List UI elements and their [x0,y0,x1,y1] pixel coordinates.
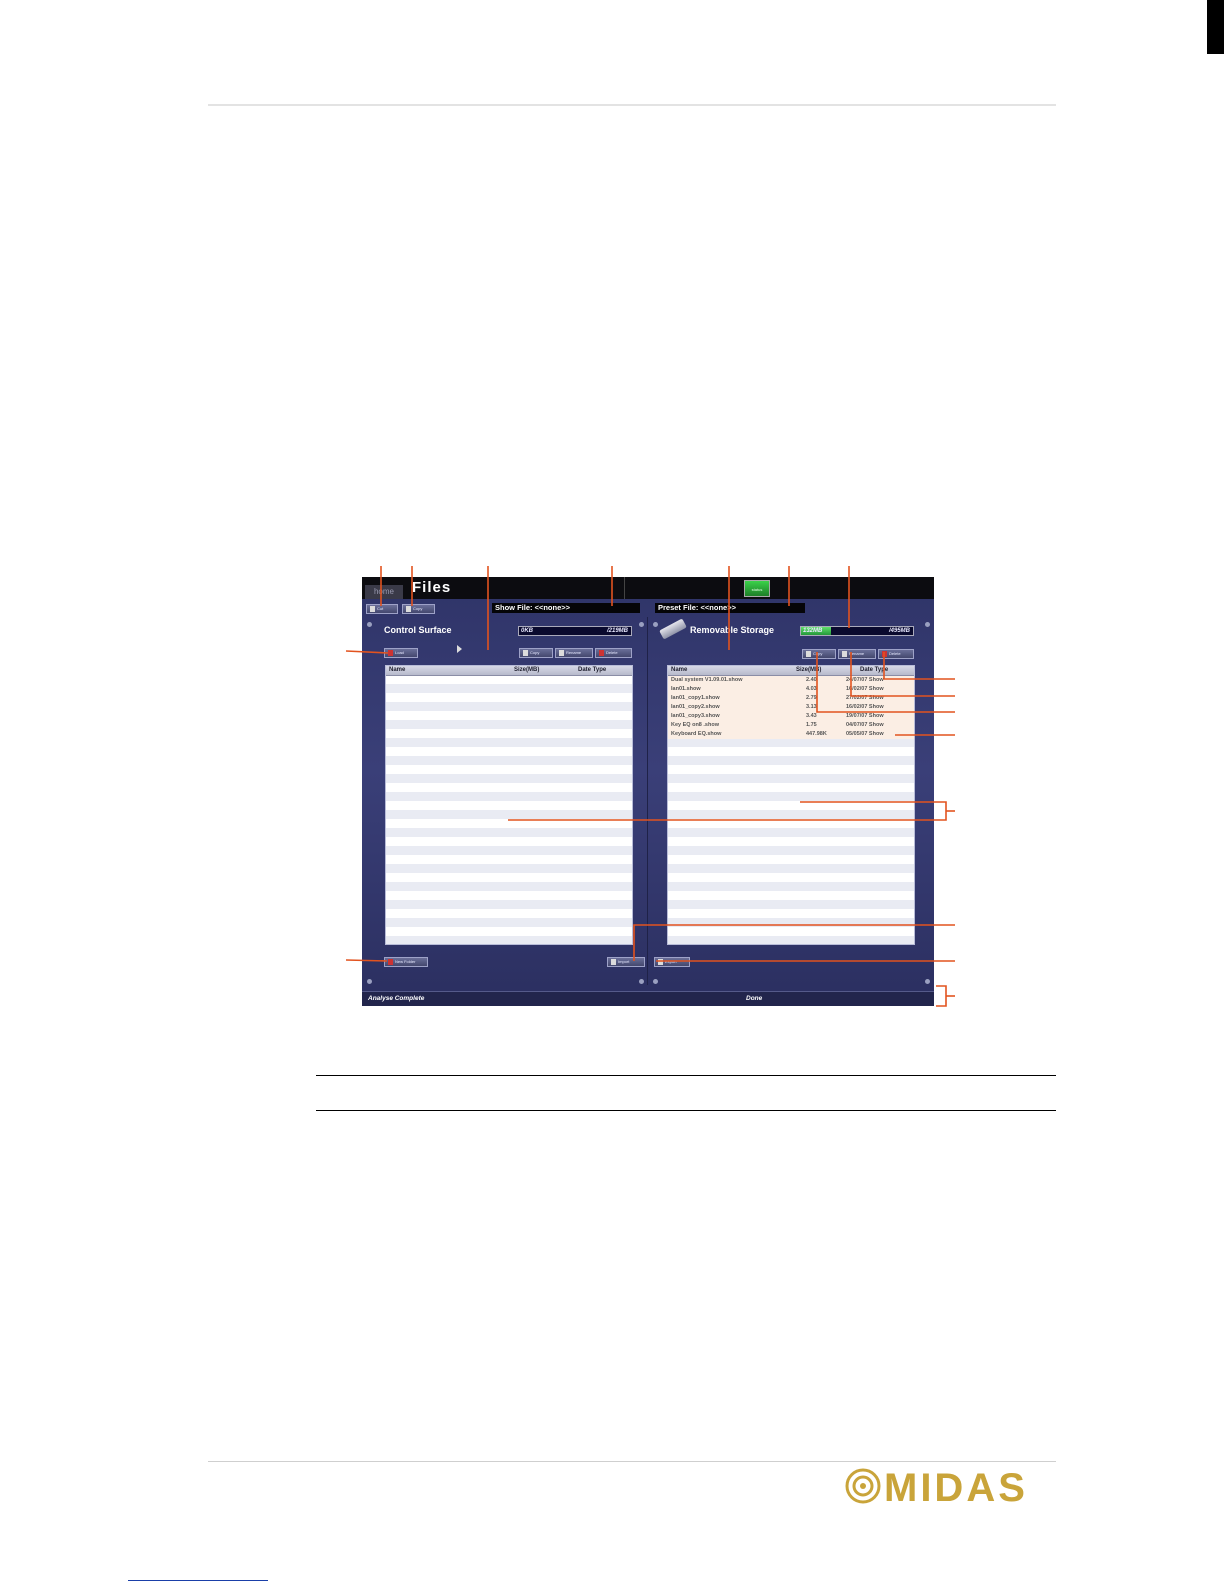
callout-line [508,801,947,821]
callout-line [633,924,955,961]
callout-line [936,985,947,1007]
callout-line [345,650,389,654]
footer-link-underline [128,1580,268,1581]
footer-rule [208,1461,1056,1462]
note-top-rule [316,1075,1056,1076]
note-bottom-rule [316,1110,1056,1111]
midas-emblem-icon [845,1468,881,1504]
callout-line [850,652,955,697]
callout-line [816,652,955,713]
callout-line [883,652,955,680]
midas-logo: MIDAS [884,1466,1028,1510]
callout-lines [345,566,955,1007]
callout-line [345,959,388,962]
